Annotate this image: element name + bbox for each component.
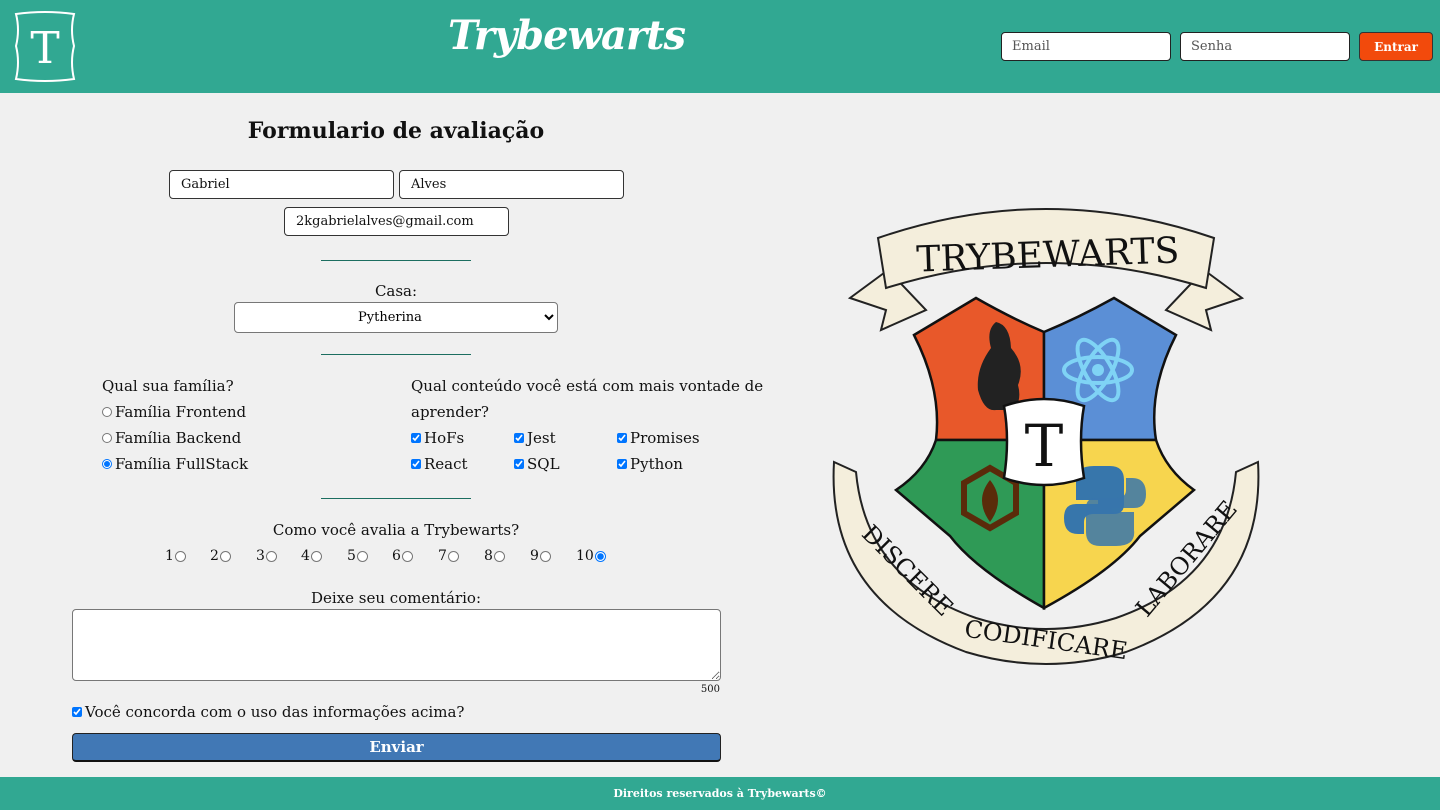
rating-radio-3[interactable]	[265, 550, 277, 562]
rating-option-9[interactable]: 9	[530, 548, 551, 564]
rating-label: 1	[165, 548, 174, 564]
rating-label: 9	[530, 548, 539, 564]
divider	[321, 498, 471, 499]
content-option-jest[interactable]: Jest	[514, 428, 556, 448]
email-input[interactable]	[284, 207, 509, 236]
rating-option-2[interactable]: 2	[210, 548, 231, 564]
content-question-line1: Qual conteúdo você está com mais vontade…	[411, 377, 764, 395]
content-option-react[interactable]: React	[411, 454, 468, 474]
rating-label: 3	[256, 548, 265, 564]
rating-label: 5	[347, 548, 356, 564]
rating-radio-9[interactable]	[539, 550, 551, 562]
header: T Trybewarts Entrar	[0, 0, 1440, 93]
content-option-label: Python	[630, 455, 683, 473]
comment-textarea[interactable]	[72, 609, 721, 681]
content-option-python[interactable]: Python	[617, 454, 683, 474]
family-option-fullstack[interactable]: Família FullStack	[102, 454, 248, 474]
content-option-hofs[interactable]: HoFs	[411, 428, 464, 448]
form-title: Formulario de avaliação	[247, 118, 545, 144]
content-question-line2: aprender?	[411, 403, 489, 421]
login-email-input[interactable]	[1001, 32, 1171, 61]
rating-label: 7	[438, 548, 447, 564]
rating-question: Como você avalia a Trybewarts?	[272, 521, 520, 539]
rating-option-10[interactable]: 10	[576, 548, 606, 564]
rating-option-4[interactable]: 4	[301, 548, 322, 564]
rating-radio-10[interactable]	[594, 550, 606, 562]
content-option-label: SQL	[527, 455, 560, 473]
comment-label: Deixe seu comentário:	[310, 589, 482, 607]
divider	[321, 354, 471, 355]
submit-button[interactable]: Enviar	[72, 733, 721, 762]
login-password-input[interactable]	[1180, 32, 1350, 61]
family-option-frontend[interactable]: Família Frontend	[102, 402, 246, 422]
rating-label: 4	[301, 548, 310, 564]
content-option-label: Promises	[630, 429, 700, 447]
trybewarts-logo-icon: T	[14, 11, 76, 82]
divider	[321, 260, 471, 261]
site-title: Trybewarts	[448, 12, 686, 59]
footer: Direitos reservados à Trybewarts©	[0, 777, 1440, 810]
rating-radio-1[interactable]	[174, 550, 186, 562]
rating-label: 8	[484, 548, 493, 564]
content-checkbox-react[interactable]	[411, 459, 421, 469]
rating-option-7[interactable]: 7	[438, 548, 459, 564]
rating-radio-7[interactable]	[447, 550, 459, 562]
rating-radio-6[interactable]	[401, 550, 413, 562]
family-option-label: Família Frontend	[115, 403, 247, 421]
family-radio-frontend[interactable]	[102, 407, 112, 417]
logo-letter: T	[30, 23, 59, 74]
family-option-label: Família Backend	[115, 429, 242, 447]
rating-radio-4[interactable]	[310, 550, 322, 562]
rating-option-1[interactable]: 1	[165, 548, 186, 564]
login-button[interactable]: Entrar	[1359, 32, 1433, 61]
content-option-label: HoFs	[424, 429, 465, 447]
rating-radio-8[interactable]	[493, 550, 505, 562]
char-counter: 500	[700, 684, 720, 695]
content-checkbox-hofs[interactable]	[411, 433, 421, 443]
content-checkbox-promises[interactable]	[617, 433, 627, 443]
agreement-option[interactable]: Você concorda com o uso das informações …	[72, 703, 464, 721]
family-option-backend[interactable]: Família Backend	[102, 428, 241, 448]
rating-label: 10	[576, 548, 594, 564]
content-checkbox-python[interactable]	[617, 459, 627, 469]
rating-option-5[interactable]: 5	[347, 548, 368, 564]
center-badge-letter: T	[1025, 412, 1064, 480]
rating-radio-5[interactable]	[356, 550, 368, 562]
content-option-sql[interactable]: SQL	[514, 454, 560, 474]
rating-option-3[interactable]: 3	[256, 548, 277, 564]
agreement-label: Você concorda com o uso das informações …	[85, 703, 465, 721]
family-radio-backend[interactable]	[102, 433, 112, 443]
house-label: Casa:	[374, 282, 418, 300]
content-checkbox-sql[interactable]	[514, 459, 524, 469]
agreement-checkbox[interactable]	[72, 707, 82, 717]
family-question: Qual sua família?	[102, 377, 234, 395]
content-option-label: Jest	[527, 429, 556, 447]
rating-radio-2[interactable]	[219, 550, 231, 562]
rating-label: 6	[392, 548, 401, 564]
house-select[interactable]: Pytherina	[234, 302, 558, 333]
rating-label: 2	[210, 548, 219, 564]
footer-text: Direitos reservados à Trybewarts©	[613, 787, 827, 800]
rating-option-8[interactable]: 8	[484, 548, 505, 564]
last-name-input[interactable]	[399, 170, 624, 199]
top-banner-text: TRYBEWARTS	[916, 230, 1180, 280]
family-option-label: Família FullStack	[115, 455, 249, 473]
content-checkbox-jest[interactable]	[514, 433, 524, 443]
rating-option-6[interactable]: 6	[392, 548, 413, 564]
family-radio-fullstack[interactable]	[102, 459, 112, 469]
content-option-promises[interactable]: Promises	[617, 428, 700, 448]
content-option-label: React	[424, 455, 468, 473]
first-name-input[interactable]	[169, 170, 394, 199]
trybewarts-crest: TRYBEWARTS T DISCERE CODIFICARE LABORARE	[832, 208, 1260, 665]
